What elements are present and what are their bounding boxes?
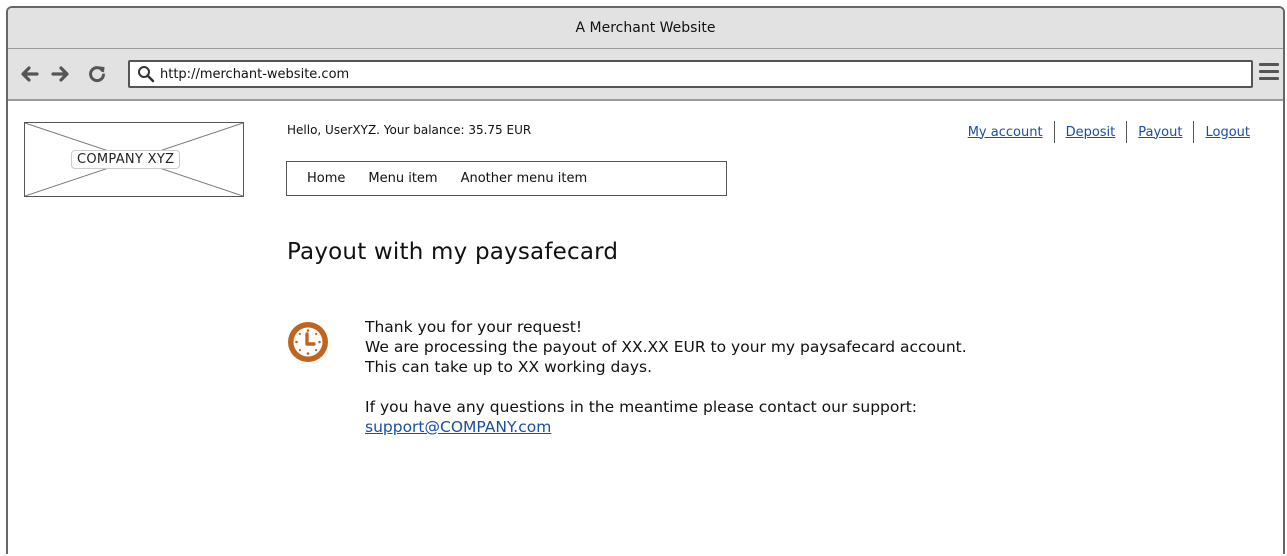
back-arrow-icon[interactable] — [19, 64, 39, 84]
user-greeting: Hello, UserXYZ. Your balance: 35.75 EUR — [287, 123, 532, 137]
page-title: Payout with my paysafecard — [287, 239, 619, 265]
divider — [1193, 121, 1195, 143]
window-titlebar: A Merchant Website — [8, 8, 1283, 49]
divider — [1126, 121, 1128, 143]
window-title: A Merchant Website — [575, 20, 716, 36]
clock-icon — [288, 322, 328, 362]
support-text: If you have any questions in the meantim… — [365, 398, 918, 416]
address-bar[interactable] — [128, 60, 1253, 88]
company-logo: COMPANY XYZ — [24, 122, 244, 197]
main-menu: Home Menu item Another menu item — [286, 161, 727, 196]
browser-toolbar — [8, 49, 1283, 101]
browser-window: A Merchant Website http://merchant-websi… — [6, 6, 1285, 554]
menu-item[interactable]: Menu item — [368, 171, 437, 186]
account-nav: My account Deposit Payout Logout — [968, 121, 1250, 143]
divider — [1053, 121, 1055, 143]
logo-text: COMPANY XYZ — [71, 150, 181, 169]
my-account-link[interactable]: My account — [968, 125, 1043, 140]
search-icon — [138, 66, 155, 83]
payout-status-message: Thank you for your request! We are proce… — [365, 317, 967, 437]
processing-text: We are processing the payout of XX.XX EU… — [365, 338, 967, 356]
support-email-link[interactable]: support@COMPANY.com — [365, 418, 551, 436]
deposit-link[interactable]: Deposit — [1066, 125, 1116, 140]
duration-text: This can take up to XX working days. — [365, 358, 652, 376]
reload-icon[interactable] — [87, 64, 107, 84]
menu-item-home[interactable]: Home — [307, 171, 345, 186]
url-input[interactable] — [160, 66, 1220, 82]
logout-link[interactable]: Logout — [1205, 125, 1250, 140]
hamburger-menu-icon[interactable] — [1259, 63, 1279, 85]
menu-item-another[interactable]: Another menu item — [461, 171, 588, 186]
payout-link[interactable]: Payout — [1138, 125, 1182, 140]
thank-you-text: Thank you for your request! — [365, 318, 583, 336]
forward-arrow-icon[interactable] — [51, 64, 71, 84]
